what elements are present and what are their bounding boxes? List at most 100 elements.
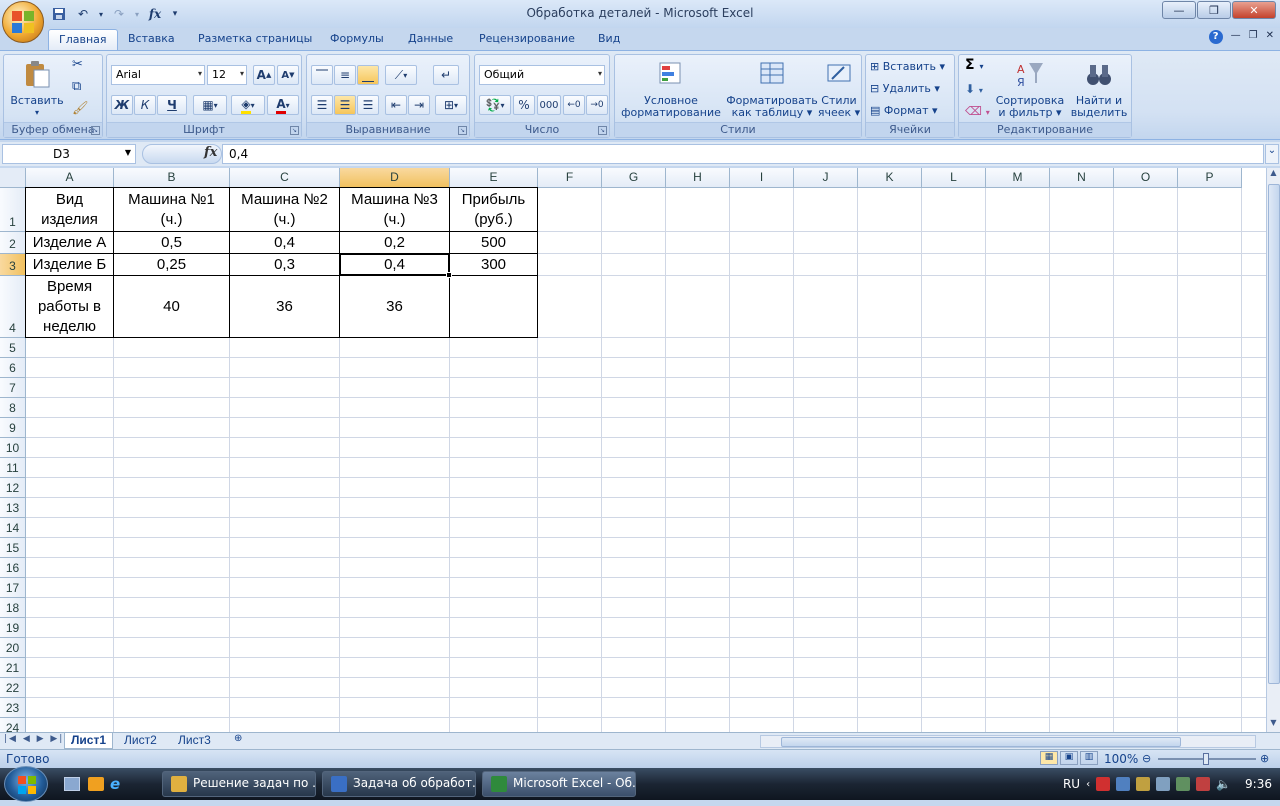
network-icon[interactable]	[1136, 777, 1151, 791]
name-box[interactable]: D3 ▼	[2, 144, 136, 164]
decrease-indent-icon[interactable]: ⇤	[385, 95, 407, 115]
column-header-c[interactable]: C	[230, 168, 340, 188]
tab-review[interactable]: Рецензирование	[469, 29, 585, 50]
row-header-6[interactable]: 6	[0, 358, 26, 378]
column-header-o[interactable]: O	[1114, 168, 1178, 188]
cell-b1[interactable]: Машина №1 (ч.)	[113, 187, 230, 232]
doc-close-icon[interactable]: ✕	[1266, 30, 1274, 44]
row-header-2[interactable]: 2	[0, 232, 26, 254]
percent-button[interactable]: %	[513, 95, 535, 115]
column-header-f[interactable]: F	[538, 168, 602, 188]
cell-c2[interactable]: 0,4	[229, 231, 340, 254]
column-header-a[interactable]: A	[26, 168, 114, 188]
column-header-b[interactable]: B	[114, 168, 230, 188]
row-header-18[interactable]: 18	[0, 598, 26, 618]
align-right-icon[interactable]: ☰	[357, 95, 379, 115]
align-left-icon[interactable]: ☰	[311, 95, 333, 115]
antivirus-icon[interactable]	[1096, 777, 1111, 791]
column-header-d[interactable]: D	[340, 168, 450, 188]
row-header-24[interactable]: 24	[0, 718, 26, 732]
row-header-23[interactable]: 23	[0, 698, 26, 718]
orientation-icon[interactable]: ⟋ ▾	[385, 65, 417, 85]
cell-a2[interactable]: Изделие А	[25, 231, 114, 254]
select-all-corner[interactable]	[0, 168, 26, 188]
formula-input[interactable]: 0,4	[222, 144, 1264, 164]
delete-cells-button[interactable]: ⊟ Удалить ▾	[870, 83, 940, 95]
cell-a4[interactable]: Время работы в неделю	[25, 275, 114, 338]
sheet-tab-2[interactable]: Лист2	[118, 733, 163, 749]
sheet-nav-arrows-icon[interactable]: |◀ ◀ ▶ ▶|	[4, 734, 64, 744]
battery-icon[interactable]	[1176, 777, 1191, 791]
normal-view-icon[interactable]: ▦	[1040, 751, 1058, 765]
currency-format-icon[interactable]: 💱 ▾	[479, 95, 511, 115]
language-indicator[interactable]: RU	[1063, 777, 1080, 791]
spreadsheet-grid[interactable]: A B C D E F G H I J K L M N O P 1 2 3 4 5 6 7 8 9 10 11 12 13 14 15 16 1…	[0, 168, 1266, 732]
column-header-g[interactable]: G	[602, 168, 666, 188]
show-desktop-icon[interactable]	[64, 777, 80, 791]
monitor-icon[interactable]	[1156, 777, 1171, 791]
font-name-combo[interactable]: Arial ▾	[111, 65, 205, 85]
align-center-icon[interactable]: ☰	[334, 95, 356, 115]
shrink-font-button[interactable]: A ▼	[277, 65, 299, 85]
media-player-icon[interactable]	[88, 777, 104, 791]
thousands-separator-button[interactable]: 000	[537, 95, 561, 115]
internet-explorer-icon[interactable]: e	[110, 776, 126, 792]
sort-filter-button[interactable]: АЯ Сортировка и фильтр ▾	[995, 59, 1065, 119]
cell-c3[interactable]: 0,3	[229, 253, 340, 276]
save-icon[interactable]	[48, 5, 70, 23]
cut-icon[interactable]: ✂	[72, 58, 83, 71]
doc-restore-icon[interactable]: ❐	[1249, 30, 1258, 44]
merge-center-icon[interactable]: ⊞ ▾	[435, 95, 467, 115]
cell-e4[interactable]	[449, 275, 538, 338]
minimize-icon[interactable]: —	[1162, 1, 1196, 19]
clock[interactable]: 9:36	[1245, 777, 1272, 791]
cell-a3[interactable]: Изделие Б	[25, 253, 114, 276]
undo-dropdown-icon[interactable]: ▾	[96, 5, 106, 23]
doc-minimize-icon[interactable]: —	[1231, 30, 1241, 44]
wrap-text-icon[interactable]: ↵	[433, 65, 459, 85]
horizontal-scrollbar[interactable]	[760, 735, 1256, 748]
row-header-9[interactable]: 9	[0, 418, 26, 438]
zoom-in-icon[interactable]: ⊕	[1260, 752, 1269, 765]
row-header-17[interactable]: 17	[0, 578, 26, 598]
row-header-22[interactable]: 22	[0, 678, 26, 698]
cell-styles-button[interactable]: Стили ячеек ▾	[817, 59, 861, 119]
cell-e3[interactable]: 300	[449, 253, 538, 276]
page-layout-view-icon[interactable]: ▣	[1060, 751, 1078, 765]
safely-remove-icon[interactable]	[1196, 777, 1211, 791]
font-color-button[interactable]: A ▾	[267, 95, 299, 115]
redo-dropdown-icon[interactable]: ▾	[132, 5, 142, 23]
row-header-13[interactable]: 13	[0, 498, 26, 518]
column-header-l[interactable]: L	[922, 168, 986, 188]
font-launcher-icon[interactable]: ↘	[290, 126, 299, 135]
tab-home[interactable]: Главная	[48, 29, 118, 50]
zoom-slider-thumb[interactable]	[1203, 753, 1209, 765]
column-header-m[interactable]: M	[986, 168, 1050, 188]
insert-function-icon[interactable]: fx	[204, 145, 217, 160]
sheet-tab-3[interactable]: Лист3	[172, 733, 217, 749]
zoom-level[interactable]: 100%	[1104, 752, 1138, 766]
cell-e2[interactable]: 500	[449, 231, 538, 254]
taskbar-item-2[interactable]: Задача об обработ...	[322, 771, 476, 797]
row-header-21[interactable]: 21	[0, 658, 26, 678]
help-icon[interactable]: ?	[1208, 30, 1223, 44]
bold-button[interactable]: Ж	[111, 95, 133, 115]
start-button[interactable]	[4, 766, 48, 802]
column-header-n[interactable]: N	[1050, 168, 1114, 188]
tab-formulas[interactable]: Формулы	[320, 29, 394, 50]
fill-icon[interactable]: ⬇ ▾	[965, 83, 983, 97]
scroll-down-icon[interactable]: ▼	[1267, 718, 1280, 732]
row-header-8[interactable]: 8	[0, 398, 26, 418]
row-header-7[interactable]: 7	[0, 378, 26, 398]
cell-b4[interactable]: 40	[113, 275, 230, 338]
cell-c4[interactable]: 36	[229, 275, 340, 338]
tab-page-layout[interactable]: Разметка страницы	[188, 29, 322, 50]
format-cells-button[interactable]: ▤ Формат ▾	[870, 105, 938, 117]
font-size-combo[interactable]: 12 ▾	[207, 65, 247, 85]
number-format-combo[interactable]: Общий ▾	[479, 65, 605, 85]
column-header-j[interactable]: J	[794, 168, 858, 188]
underline-button[interactable]: Ч	[157, 95, 187, 115]
align-middle-icon[interactable]: ≡	[334, 65, 356, 85]
customize-qat-icon[interactable]: ▾	[168, 5, 182, 23]
row-header-3[interactable]: 3	[0, 254, 26, 276]
